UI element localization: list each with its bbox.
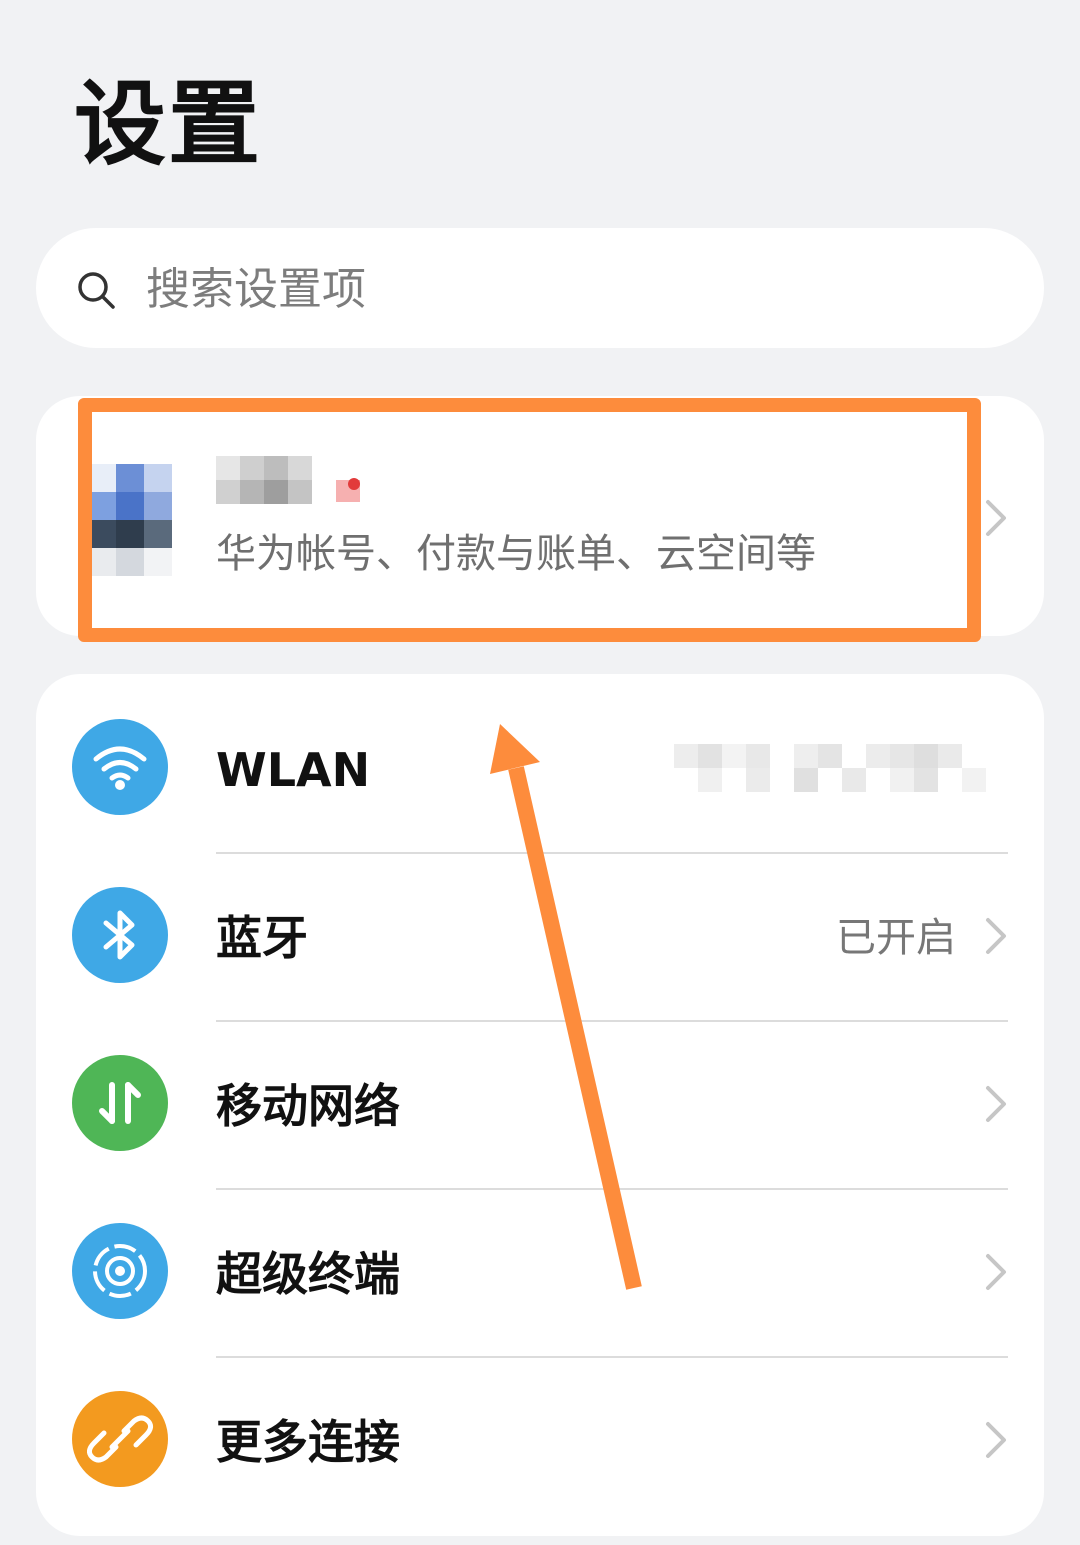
chevron-right-icon xyxy=(986,1422,1006,1458)
annotation-highlight-box xyxy=(78,398,981,642)
divider xyxy=(216,1020,1008,1022)
super-device-icon xyxy=(72,1223,168,1319)
chevron-right-icon xyxy=(986,918,1006,954)
chevron-right-icon xyxy=(986,500,1006,536)
chevron-right-icon xyxy=(986,1086,1006,1122)
bluetooth-status: 已开启 xyxy=(836,915,956,961)
settings-item-super-device[interactable]: 超级终端 xyxy=(216,1244,400,1304)
divider xyxy=(216,1356,1008,1358)
link-icon xyxy=(72,1391,168,1487)
settings-item-mobile-network[interactable]: 移动网络 xyxy=(216,1076,400,1136)
settings-list xyxy=(36,674,1044,1536)
settings-item-more-connections[interactable]: 更多连接 xyxy=(216,1412,400,1472)
mobile-data-icon xyxy=(72,1055,168,1151)
divider xyxy=(216,1188,1008,1190)
settings-item-wlan[interactable]: WLAN xyxy=(216,740,370,800)
search-icon xyxy=(78,272,115,309)
wifi-network-name-blurred xyxy=(650,744,1010,792)
search-input[interactable]: 搜索设置项 xyxy=(146,262,366,318)
divider xyxy=(216,852,1008,854)
bluetooth-icon xyxy=(72,887,168,983)
chevron-right-icon xyxy=(986,1254,1006,1290)
wifi-icon xyxy=(72,719,168,815)
page-title: 设置 xyxy=(74,71,263,178)
settings-item-bluetooth[interactable]: 蓝牙 xyxy=(216,908,308,968)
